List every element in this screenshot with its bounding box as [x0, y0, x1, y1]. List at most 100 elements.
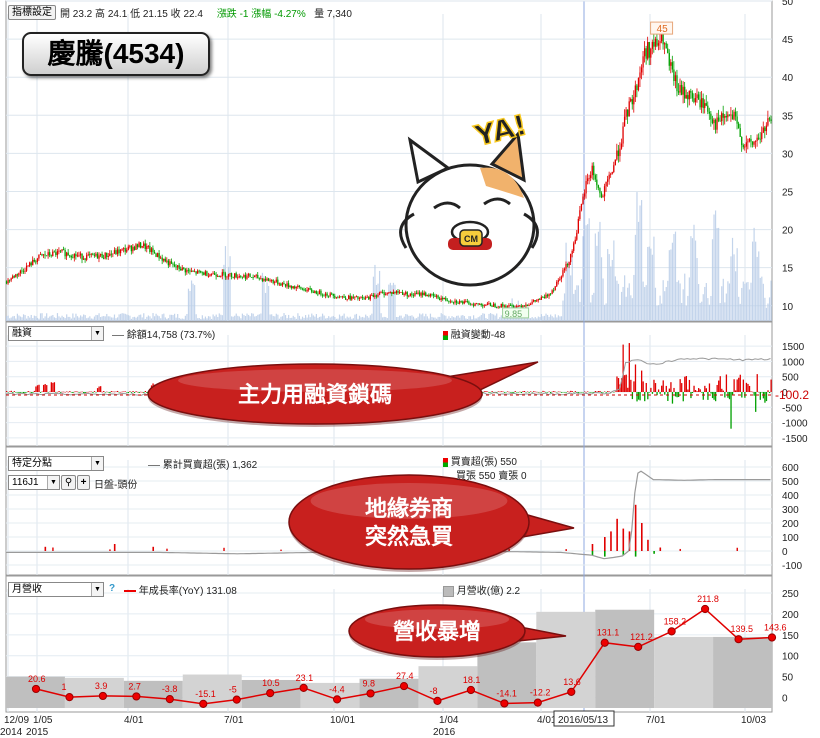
revenue-selector[interactable]: 月營收 ▼ [8, 582, 104, 597]
margin-change-bar [768, 392, 771, 394]
margin-change-bar [89, 391, 91, 393]
volume-bar [716, 227, 718, 321]
margin-change-bar [124, 391, 126, 392]
volume-bar [596, 245, 598, 321]
indicator-settings-button[interactable]: 指標設定 [8, 5, 56, 20]
volume-bar [691, 238, 694, 321]
candle-body [582, 196, 584, 204]
add-icon[interactable]: + [77, 475, 90, 490]
margin-change-bar [135, 391, 137, 392]
volume-bar [733, 254, 735, 321]
candle-body [278, 283, 281, 285]
x-axis-year: 2015 [26, 727, 49, 738]
candle-body [443, 297, 445, 300]
candle-body [243, 274, 245, 278]
candle-body [445, 297, 447, 301]
volume-bar [553, 317, 555, 321]
candle-body [281, 283, 284, 286]
margin-selector[interactable]: 融資 ▼ [8, 326, 104, 341]
candle-body [303, 288, 305, 291]
candle-body [647, 42, 649, 59]
volume-bar [568, 262, 570, 321]
margin-change-bar [73, 391, 76, 393]
volume-bar [445, 315, 447, 321]
margin-change-bar [596, 391, 598, 393]
candle-body [699, 99, 701, 108]
volume-bar [286, 318, 288, 321]
candle-body [244, 274, 247, 279]
candle-body [622, 126, 624, 144]
margin-change-bar [637, 392, 640, 400]
volume-bar [190, 280, 193, 321]
candle-body [466, 301, 469, 302]
candle-body [536, 300, 538, 302]
volume-bar [537, 316, 539, 321]
volume-bar [374, 264, 376, 321]
margin-change-bar [642, 381, 644, 392]
candle-body [559, 279, 561, 281]
margin-change-bar [22, 392, 25, 394]
margin-change-bar [639, 392, 641, 401]
volume-bar [701, 301, 703, 321]
margin-change-bar [513, 392, 515, 393]
search-icon[interactable]: ⚲ [61, 475, 76, 490]
broker-selector[interactable]: 特定分點 ▼ [8, 456, 104, 471]
broker-net-bar [736, 547, 738, 551]
margin-change-legend: 融資變動-48 [443, 326, 505, 341]
volume-bar [657, 305, 660, 321]
volume-bar [383, 316, 385, 321]
help-icon[interactable]: ? [109, 583, 115, 594]
legend-bar-icon [443, 330, 448, 340]
volume-bar [673, 234, 675, 321]
volume-bar [46, 313, 48, 321]
volume-bar [318, 316, 321, 321]
margin-change-bar [613, 392, 615, 393]
candle-body [377, 294, 379, 297]
volume-bar [389, 282, 391, 321]
volume-bar [66, 314, 68, 321]
margin-change-bar [46, 385, 48, 392]
volume-bar [483, 313, 485, 321]
volume-bar [767, 303, 769, 321]
volume-bar [762, 283, 764, 321]
candle-body [533, 300, 535, 302]
margin-change-bar [568, 391, 570, 393]
margin-change-bar [79, 391, 82, 393]
margin-change-bar [587, 391, 589, 392]
candle-body [334, 295, 336, 298]
candle-body [682, 86, 684, 95]
candle-body [406, 292, 408, 297]
candle-body [42, 254, 45, 256]
broker-code-input[interactable]: 116J1 ▼ [8, 475, 60, 490]
candle-body [96, 253, 99, 259]
candle-body [118, 249, 120, 254]
candle-body [488, 303, 490, 304]
volume-bar [399, 315, 401, 321]
margin-change-bar [522, 391, 524, 392]
candle-body [619, 148, 621, 157]
margin-change-bar [728, 392, 731, 400]
x-axis-tick: 10/01 [330, 715, 355, 726]
volume-bar [254, 316, 256, 321]
volume-bar [531, 317, 533, 321]
margin-change-bar [685, 376, 687, 392]
candle-body [571, 250, 573, 255]
volume-bar [579, 301, 581, 321]
margin-axis-tick: 1000 [782, 357, 805, 368]
volume-bar [656, 305, 658, 321]
candle-body [155, 253, 157, 257]
margin-change-bar [489, 392, 492, 393]
volume-bar [137, 316, 139, 321]
candle-body [238, 276, 240, 278]
margin-change-bar [708, 383, 711, 392]
volume-bar [624, 275, 626, 321]
candle-body [665, 43, 667, 49]
volume-bar [140, 314, 142, 321]
candle-body [400, 292, 402, 293]
volume-bar [482, 313, 484, 321]
volume-bar [78, 317, 80, 321]
broker-selector-label: 特定分點 [12, 458, 52, 469]
broker-period[interactable]: 日盤-頭份 [94, 476, 137, 491]
margin-change-bar [756, 374, 758, 392]
price-axis-tick: 25 [782, 187, 794, 198]
